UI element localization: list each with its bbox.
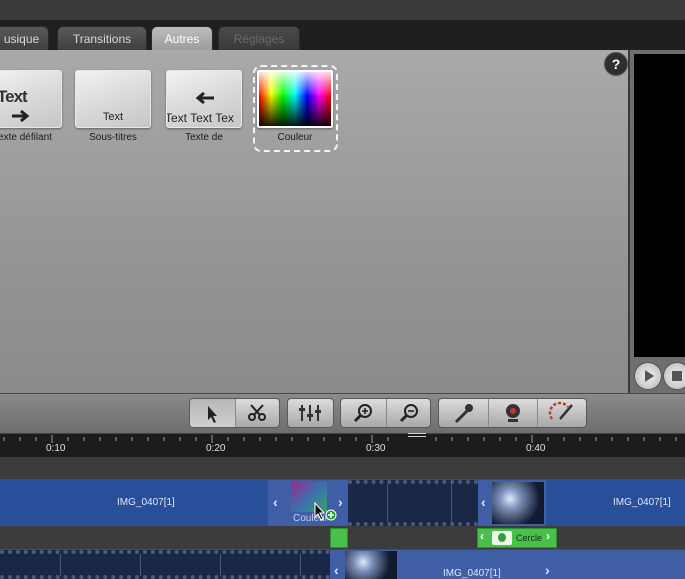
stop-button[interactable] [663,362,685,390]
chevron-left-icon: ‹ [480,529,484,543]
circle-icon [498,533,506,542]
clip-label: IMG_0407[1] [443,568,501,579]
library-item-scrolling-text[interactable]: Text [0,70,62,128]
window-top-strip [0,0,685,21]
help-button[interactable]: ? [604,52,628,76]
library-item-caption: Couleur [277,132,313,143]
pointer-icon [208,406,217,423]
ruler-tick-label: 0:20 [206,443,226,454]
chevron-right-icon: › [546,529,550,543]
panel-resize-handle[interactable] [408,433,426,439]
film-divider [300,554,301,576]
ruler-tick-label: 0:10 [46,443,66,454]
voice-record-button[interactable] [439,399,488,427]
microphone-icon [454,404,473,424]
tab-autres[interactable]: Autres [151,26,213,51]
clip-thumbnail [345,551,397,579]
film-divider [451,484,452,522]
scroll-right-arrow-icon [12,109,30,123]
film-divider [387,484,388,522]
chevron-right-icon: › [545,562,550,578]
film-divider [220,554,221,576]
zoom-out-icon [399,404,418,423]
split-tool-button[interactable] [235,399,279,427]
zoom-tool-group [340,398,431,428]
tab-reglages: Réglages [218,26,300,50]
clip-label: IMG_0407[1] [613,497,671,508]
play-button[interactable] [634,362,662,390]
webcam-record-button[interactable] [488,399,537,427]
chevron-left-icon: ‹ [481,494,486,510]
zoom-out-button[interactable] [386,399,430,427]
thumb-text: Text [0,87,28,106]
thumb-text: Text [102,111,124,123]
scissors-icon [248,404,266,421]
library-item-scrolling-text-left[interactable]: Text Text Tex [166,70,242,128]
library-item-caption: Texte de [185,132,223,143]
mixer-icon [299,405,321,421]
paint-effect-button[interactable] [537,399,586,427]
stop-icon [672,371,682,381]
ruler-ticks [3,435,677,443]
film-strip [348,480,478,526]
audio-mixer-button[interactable] [288,399,333,427]
library-item-caption: exte défilant [0,132,52,143]
chevron-left-icon: ‹ [273,494,278,510]
library-item-color[interactable] [257,70,333,128]
edit-tool-group [189,398,280,428]
paint-brush-icon [548,401,573,420]
pointer-tool-button[interactable] [190,399,235,427]
tab-musique[interactable]: usique [0,26,49,50]
drag-cursor [314,502,337,521]
play-icon [645,370,654,382]
webcam-icon [506,404,520,422]
mixer-tool-group [287,398,334,428]
clip-label: IMG_0407[1] [117,497,175,508]
clip-thumbnail [492,482,544,524]
record-tool-group [438,398,587,428]
thumb-text: Text Text Tex [166,111,234,125]
zoom-in-icon [353,404,372,423]
film-divider [140,554,141,576]
library-item-caption: Sous-titres [89,132,137,143]
ruler-tick-label: 0:40 [526,443,546,454]
library-item-subtitles[interactable]: Text [75,70,151,128]
chevron-left-icon: ‹ [334,562,339,578]
film-strip [0,550,330,579]
color-overlay-clip[interactable] [330,528,348,548]
transition-label: Cercle [516,533,543,543]
library-tab-bar: usique Transitions Autres Réglages [0,20,685,51]
film-divider [60,554,61,576]
preview-screen [634,54,685,357]
ruler-tick-label: 0:30 [366,443,386,454]
scroll-left-arrow-icon [195,91,214,105]
zoom-in-button[interactable] [341,399,386,427]
tab-transitions[interactable]: Transitions [57,26,147,50]
empty-track [0,457,685,479]
